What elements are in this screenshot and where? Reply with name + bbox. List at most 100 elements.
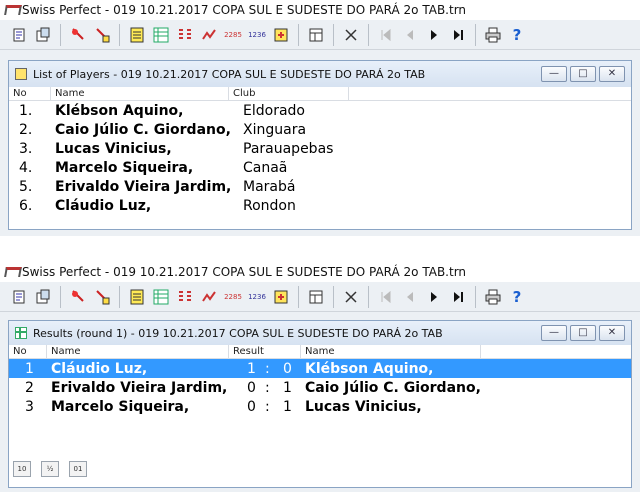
notes-icon[interactable] [126,24,148,46]
grid-icon[interactable] [150,286,172,308]
title-bar[interactable]: Swiss Perfect - 019 10.21.2017 COPA SUL … [0,0,640,20]
players-window-title[interactable]: List of Players - 019 10.21.2017 COPA SU… [9,61,631,87]
cross-icon[interactable] [340,24,362,46]
player-club: Marabá [243,178,296,195]
col-result[interactable]: Result [229,345,301,358]
result-draw-button[interactable]: ½ [41,461,59,477]
players-header: No Name Club [9,87,631,101]
result-colon: : [265,398,270,415]
result-row[interactable]: 2 Erivaldo Vieira Jardim, 0 : 1 Caio Júl… [9,378,631,397]
first-icon[interactable] [375,24,397,46]
players-window-title-text: List of Players - 019 10.21.2017 COPA SU… [33,67,426,81]
help-icon[interactable]: ? [506,24,528,46]
delete-player-icon[interactable] [91,286,113,308]
toolbar-separator [119,285,120,308]
window-title: Swiss Perfect - 019 10.21.2017 COPA SUL … [22,265,467,279]
app-window-top: Swiss Perfect - 019 10.21.2017 COPA SUL … [0,0,640,236]
delete-player-icon[interactable] [91,24,113,46]
prev-icon[interactable] [399,24,421,46]
notes-icon[interactable] [126,286,148,308]
result-1-0-button[interactable]: 10 [13,461,31,477]
pairing-icon[interactable] [174,24,196,46]
maximize-button[interactable]: □ [570,66,596,82]
standings-icon[interactable] [198,286,220,308]
result-row[interactable]: 3 Marcelo Siqueira, 0 : 1 Lucas Vinicius… [9,397,631,416]
player-no: 3. [19,140,33,157]
print-icon[interactable] [482,286,504,308]
open-file-icon[interactable] [32,24,54,46]
results-header: No Name Result Name [9,345,631,359]
players-window: List of Players - 019 10.21.2017 COPA SU… [8,60,632,230]
pairing-icon[interactable] [174,286,196,308]
results-grid-icon [15,327,27,339]
app-window-bottom: Swiss Perfect - 019 10.21.2017 COPA SUL … [0,262,640,492]
export-icon[interactable] [270,286,292,308]
last-icon[interactable] [447,286,469,308]
player-row[interactable]: 1. Klébson Aquino, Eldorado [9,101,631,120]
maximize-button[interactable]: □ [570,325,596,341]
rating-1236-icon[interactable]: 1236 [246,24,268,46]
export-icon[interactable] [270,24,292,46]
title-bar[interactable]: Swiss Perfect - 019 10.21.2017 COPA SUL … [0,262,640,282]
table-icon[interactable] [305,286,327,308]
toolbar-separator [298,285,299,308]
player-row[interactable]: 3. Lucas Vinicius, Parauapebas [9,139,631,158]
col-club[interactable]: Club [229,87,349,100]
result-entry-buttons: 10 ½ 01 [13,461,97,477]
prev-icon[interactable] [399,286,421,308]
minimize-button[interactable]: — [541,66,567,82]
rating-1236-icon[interactable]: 1236 [246,286,268,308]
player-no: 1. [19,102,33,119]
swiss-perfect-icon [4,3,18,17]
player-row[interactable]: 6. Cláudio Luz, Rondon [9,196,631,215]
grid-icon[interactable] [150,24,172,46]
rating-1236-label: 1236 [248,292,266,301]
help-icon[interactable]: ? [506,286,528,308]
toolbar: 2285 1236 ? [0,20,640,50]
col-black-name[interactable]: Name [301,345,481,358]
rating-2285-icon[interactable]: 2285 [222,286,244,308]
player-name: Caio Júlio C. Giordano, [55,121,231,138]
white-player: Erivaldo Vieira Jardim, [51,379,228,396]
new-file-icon[interactable] [8,286,30,308]
col-name[interactable]: Name [51,87,229,100]
rating-1236-label: 1236 [248,30,266,39]
toolbar-separator [60,23,61,46]
first-icon[interactable] [375,286,397,308]
add-player-icon[interactable] [67,286,89,308]
col-no[interactable]: No [9,87,51,100]
add-player-icon[interactable] [67,24,89,46]
rating-2285-label: 2285 [224,30,242,39]
player-name: Cláudio Luz, [55,197,152,214]
rating-2285-icon[interactable]: 2285 [222,24,244,46]
white-score: 1 [247,360,256,377]
player-row[interactable]: 4. Marcelo Siqueira, Canaã [9,158,631,177]
black-player: Lucas Vinicius, [305,398,422,415]
cross-icon[interactable] [340,286,362,308]
print-icon[interactable] [482,24,504,46]
table-icon[interactable] [305,24,327,46]
standings-icon[interactable] [198,24,220,46]
white-score: 0 [247,379,256,396]
next-icon[interactable] [423,286,445,308]
player-name: Klébson Aquino, [55,102,184,119]
col-white-name[interactable]: Name [47,345,229,358]
results-list: 1 Cláudio Luz, 1 : 0 Klébson Aquino, 2 E… [9,359,631,416]
new-file-icon[interactable] [8,24,30,46]
next-icon[interactable] [423,24,445,46]
close-button[interactable]: ✕ [599,66,625,82]
result-0-1-button[interactable]: 01 [69,461,87,477]
player-row[interactable]: 5. Erivaldo Vieira Jardim, Marabá [9,177,631,196]
open-file-icon[interactable] [32,286,54,308]
toolbar-separator [475,23,476,46]
result-row[interactable]: 1 Cláudio Luz, 1 : 0 Klébson Aquino, [9,359,631,378]
minimize-button[interactable]: — [541,325,567,341]
toolbar-separator [475,285,476,308]
black-score: 1 [283,398,292,415]
col-no[interactable]: No [9,345,47,358]
close-button[interactable]: ✕ [599,325,625,341]
player-club: Canaã [243,159,288,176]
last-icon[interactable] [447,24,469,46]
player-row[interactable]: 2. Caio Júlio C. Giordano, Xinguara [9,120,631,139]
results-window-title[interactable]: Results (round 1) - 019 10.21.2017 COPA … [9,321,631,345]
